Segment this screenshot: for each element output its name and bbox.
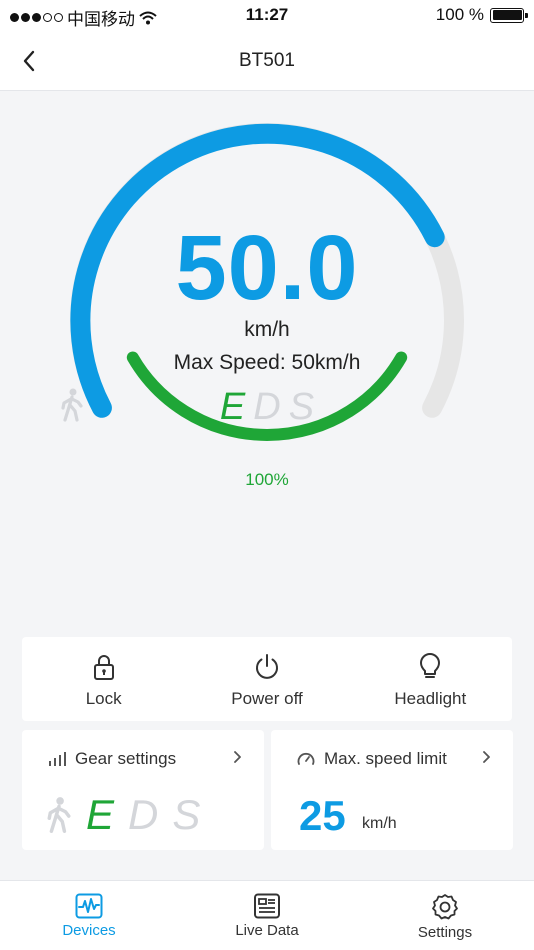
battery-icon bbox=[490, 7, 528, 23]
quick-actions: Lock Power off Headlight bbox=[22, 637, 512, 721]
tab-bar: Devices Live Data Settings bbox=[0, 880, 534, 950]
lock-label: Lock bbox=[85, 689, 122, 708]
battery-status: 100 % bbox=[435, 5, 528, 25]
max-speed-title: Max. speed limit bbox=[324, 749, 447, 768]
gear-icon bbox=[432, 894, 458, 920]
tab-settings[interactable]: Settings bbox=[356, 881, 534, 950]
page-title: BT501 bbox=[239, 50, 295, 71]
lock-button[interactable]: Lock bbox=[22, 637, 185, 721]
max-speed-unit: km/h bbox=[362, 815, 397, 832]
signal-bars-icon bbox=[49, 752, 66, 766]
dashboard-icon bbox=[254, 893, 280, 919]
power-icon bbox=[255, 654, 278, 679]
gear-modes: E D S bbox=[46, 794, 200, 836]
gear-settings-card[interactable]: Gear settings E D S bbox=[22, 730, 264, 850]
walk-icon bbox=[47, 797, 71, 833]
walk-icon bbox=[61, 388, 83, 422]
max-speed-label: Max Speed: 50km/h bbox=[173, 351, 361, 374]
tab-devices[interactable]: Devices bbox=[0, 881, 178, 950]
max-speed-header: Max. speed limit bbox=[297, 749, 447, 769]
mode-indicator: E D S bbox=[60, 388, 474, 426]
speed-unit: km/h bbox=[244, 318, 290, 341]
power-off-label: Power off bbox=[231, 689, 303, 708]
gear-mode-d[interactable]: D bbox=[128, 794, 158, 836]
bulb-icon bbox=[420, 653, 441, 678]
max-speed-card[interactable]: Max. speed limit 25 km/h bbox=[271, 730, 513, 850]
tab-devices-label: Devices bbox=[62, 922, 116, 939]
chevron-right-icon bbox=[482, 749, 491, 769]
tab-settings-label: Settings bbox=[417, 924, 473, 941]
max-speed-value: 25 bbox=[299, 792, 346, 839]
speedometer-icon bbox=[297, 752, 315, 765]
battery-percent: 100 % bbox=[435, 5, 484, 24]
lock-icon bbox=[93, 655, 114, 680]
speed-gauge: 50.0 km/h Max Speed: 50km/h E D S 100% bbox=[60, 110, 474, 530]
waveform-icon bbox=[75, 893, 103, 919]
battery-level: 100% bbox=[245, 470, 289, 489]
headlight-button[interactable]: Headlight bbox=[349, 637, 512, 721]
gear-settings-title: Gear settings bbox=[75, 749, 177, 768]
nav-bar: BT501 bbox=[0, 30, 534, 91]
current-speed: 50.0 bbox=[175, 217, 359, 319]
gear-mode-e[interactable]: E bbox=[86, 794, 114, 836]
chevron-right-icon bbox=[233, 749, 242, 769]
headlight-label: Headlight bbox=[394, 689, 467, 708]
gear-mode-s[interactable]: S bbox=[172, 794, 200, 836]
status-bar: 中国移动 11:27 100 % bbox=[0, 0, 534, 30]
power-off-button[interactable]: Power off bbox=[185, 637, 348, 721]
tab-live-data-label: Live Data bbox=[235, 922, 299, 939]
mode-d: D bbox=[253, 386, 281, 428]
mode-s: S bbox=[288, 386, 315, 428]
tab-live-data[interactable]: Live Data bbox=[178, 881, 356, 950]
gear-settings-header: Gear settings bbox=[48, 749, 176, 769]
mode-e: E bbox=[219, 386, 246, 428]
